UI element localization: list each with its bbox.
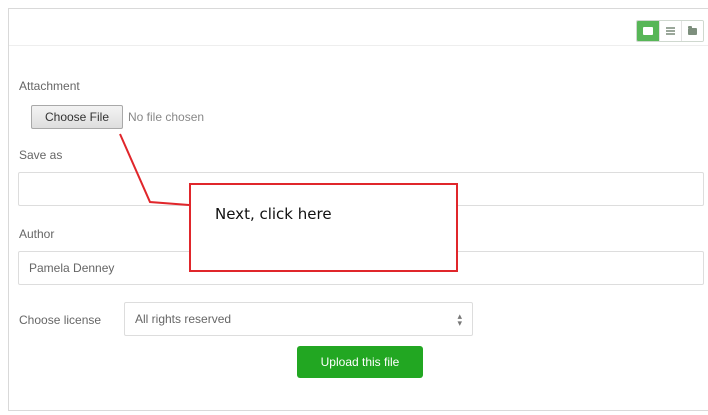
- callout-text: Next, click here: [215, 205, 332, 223]
- callout-box: Next, click here: [189, 183, 458, 272]
